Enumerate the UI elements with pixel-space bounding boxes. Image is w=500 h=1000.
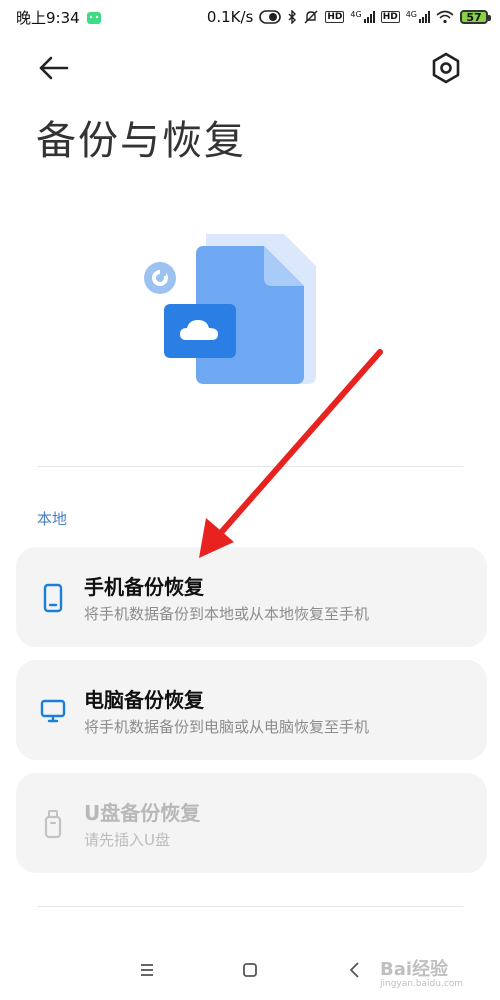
section-label-local: 本地 [37, 510, 68, 528]
status-bar-right: 0.1K/s HD 4G HD 4G 57 [206, 8, 491, 26]
network-speed: 0.1K/s [206, 8, 254, 26]
signal-strength-icon-2: 4G [406, 11, 430, 23]
watermark-text: Bai经验 [380, 959, 449, 980]
phone-icon [43, 583, 63, 613]
phone-backup-card[interactable]: 手机备份恢复 将手机数据备份到本地或从本地恢复至手机 [16, 547, 487, 647]
status-bar-left: 晚上9:34 [16, 7, 102, 28]
watermark-url: jingyan.baidu.com [380, 979, 464, 989]
menu-lines-icon [141, 964, 153, 976]
phone-backup-subtitle: 将手机数据备份到本地或从本地恢复至手机 [84, 605, 370, 623]
android-app-icon [86, 12, 101, 24]
monitor-icon [40, 699, 66, 723]
home-button[interactable] [235, 955, 265, 985]
hd-badge: HD [325, 11, 345, 23]
chevron-left-icon [350, 962, 359, 978]
status-time: 晚上9:34 [16, 8, 80, 27]
usb-drive-icon [44, 810, 62, 839]
square-home-icon [243, 963, 257, 977]
hd-badge-2: HD [380, 11, 400, 23]
mute-bell-icon [304, 10, 318, 24]
bluetooth-icon [288, 10, 297, 24]
pc-backup-subtitle: 将手机数据备份到电脑或从电脑恢复至手机 [84, 718, 370, 736]
divider-bottom [37, 906, 463, 907]
usb-backup-subtitle: 请先插入U盘 [84, 831, 170, 849]
arrow-left-icon [39, 56, 69, 80]
hexagon-settings-icon [432, 52, 460, 84]
battery-icon: 57 [460, 10, 491, 24]
baidu-jingyan-watermark: Bai经验 jingyan.baidu.com [380, 955, 463, 989]
wifi-icon [436, 10, 454, 24]
pc-backup-card[interactable]: 电脑备份恢复 将手机数据备份到电脑或从电脑恢复至手机 [16, 660, 487, 760]
pc-backup-title: 电脑备份恢复 [84, 688, 204, 712]
signal-strength-icon: 4G [350, 10, 375, 23]
network-type: 4G [350, 10, 362, 19]
usb-backup-title: U盘备份恢复 [84, 801, 201, 825]
backup-illustration [144, 234, 316, 384]
usb-backup-card[interactable]: U盘备份恢复 请先插入U盘 [16, 773, 487, 873]
battery-level: 57 [466, 10, 482, 24]
status-bar: 晚上9:34 0.1K/s HD 4G HD 4G 57 [0, 0, 500, 34]
divider-top [37, 466, 463, 467]
back-button[interactable] [34, 50, 74, 86]
phone-backup-title: 手机备份恢复 [84, 575, 204, 599]
nav-back-button[interactable] [340, 955, 370, 985]
network-type-2: 4G [405, 10, 417, 19]
page-title: 备份与恢复 [36, 118, 246, 164]
menu-button[interactable] [132, 955, 162, 985]
settings-button[interactable] [426, 48, 466, 88]
toggle-icon [259, 10, 282, 24]
